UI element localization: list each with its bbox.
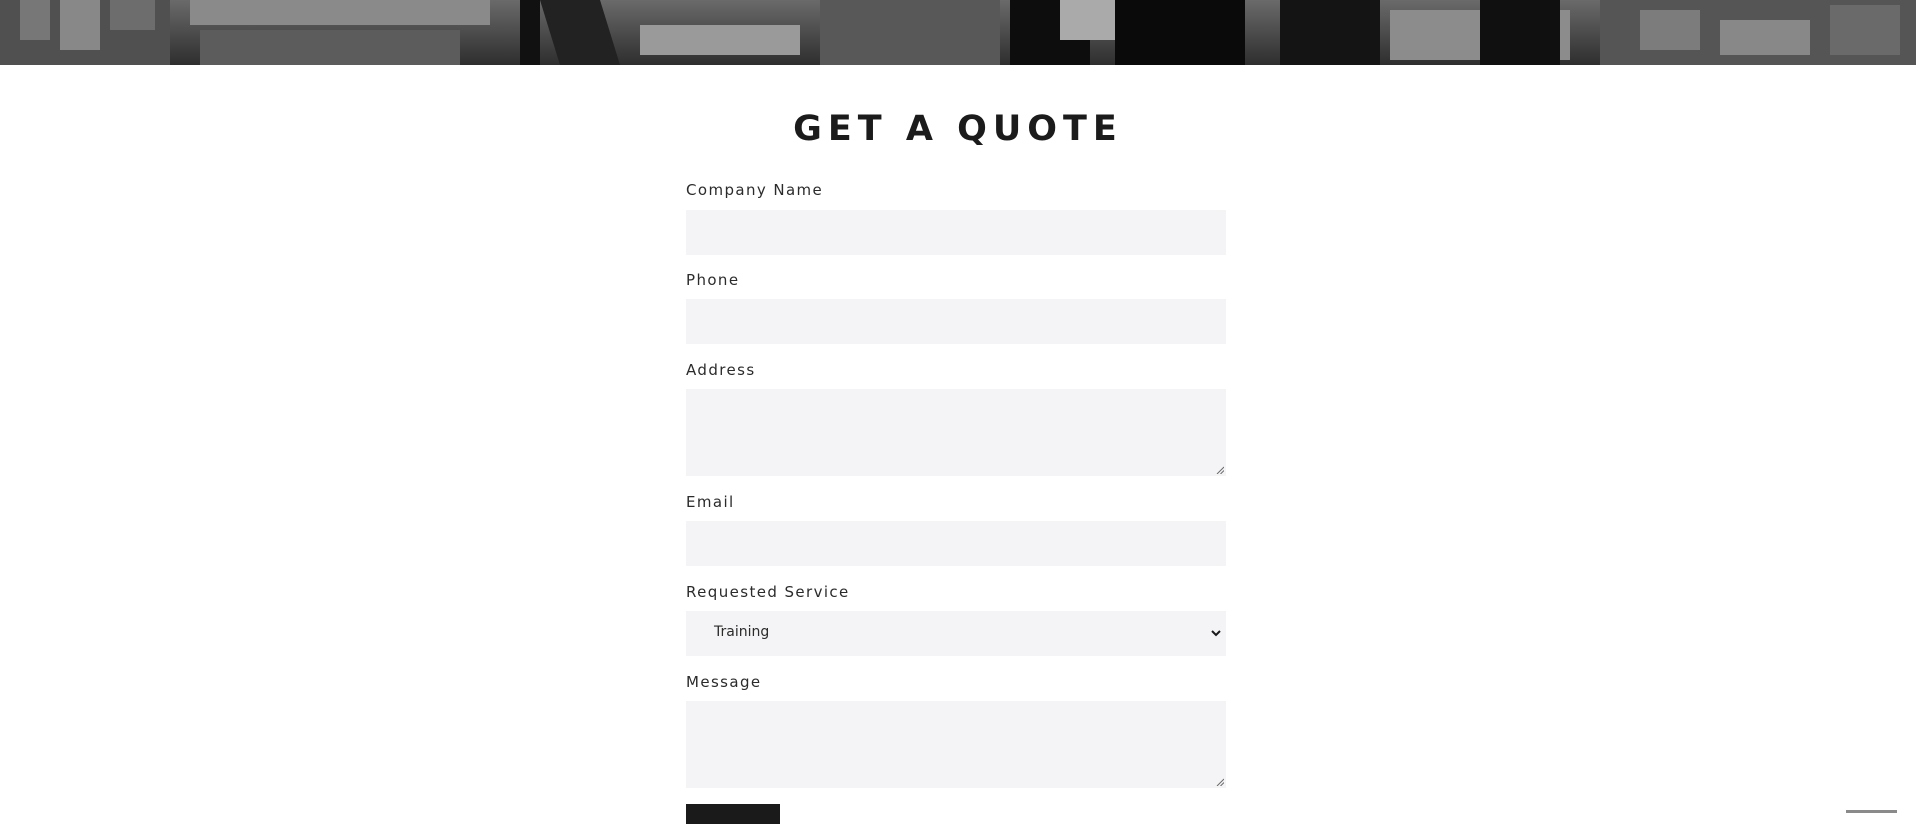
message-textarea[interactable] (686, 701, 1226, 788)
resize-grip-icon[interactable] (1216, 466, 1224, 474)
company-name-label: Company Name (686, 181, 824, 199)
email-label: Email (686, 493, 735, 511)
requested-service-selected-value: Training (714, 624, 770, 640)
scroll-to-top-indicator[interactable] (1846, 810, 1897, 813)
resize-grip-icon[interactable] (1216, 778, 1224, 786)
message-label: Message (686, 673, 762, 691)
requested-service-select[interactable]: Training (686, 611, 1226, 656)
hero-banner-image (0, 0, 1916, 65)
company-name-input[interactable] (686, 210, 1226, 255)
chevron-down-icon (1211, 630, 1221, 637)
address-textarea[interactable] (686, 389, 1226, 476)
city-skyline-image (0, 0, 1916, 65)
phone-input[interactable] (686, 299, 1226, 344)
submit-button[interactable] (686, 804, 780, 824)
get-quote-section: GET A QUOTE Company Name Phone Address E… (0, 65, 1916, 824)
phone-label: Phone (686, 271, 740, 289)
requested-service-label: Requested Service (686, 583, 850, 601)
email-input[interactable] (686, 521, 1226, 566)
page-title: GET A QUOTE (793, 109, 1123, 149)
address-label: Address (686, 361, 756, 379)
